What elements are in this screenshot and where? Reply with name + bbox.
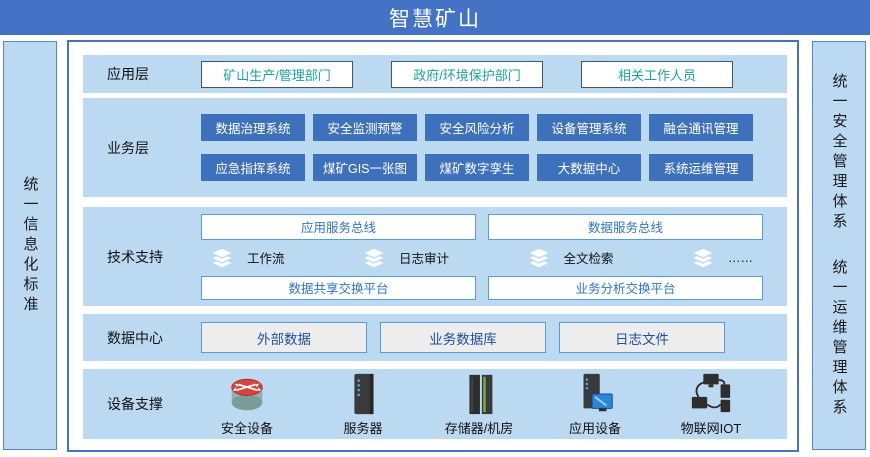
left-column-label: 统一信息化标准 xyxy=(23,176,38,316)
more-services-label: …… xyxy=(728,251,753,265)
log-audit-label: 日志审计 xyxy=(399,248,449,267)
device-label: 应用设备 xyxy=(569,418,621,437)
layers-icon xyxy=(692,248,714,268)
app-box-staff: 相关工作人员 xyxy=(581,61,733,88)
svc-workflow: 工作流 xyxy=(211,248,285,268)
right-column-label-bottom: 统一运维管理体系 xyxy=(832,259,847,419)
biz-data-governance: 数据治理系统 xyxy=(201,114,305,141)
biz-risk-analysis: 安全风险分析 xyxy=(425,114,529,141)
data-center-panel: 数据中心 外部数据 业务数据库 日志文件 xyxy=(83,314,787,361)
external-data-box: 外部数据 xyxy=(201,322,367,353)
business-row-1: 数据治理系统 安全监测预警 安全风险分析 设备管理系统 融合通讯管理 xyxy=(201,114,753,141)
business-database-box: 业务数据库 xyxy=(380,322,546,353)
biz-ops-mgmt: 系统运维管理 xyxy=(649,154,753,181)
middleware-row: 工作流 日志审计 全文检索 …… xyxy=(201,247,763,269)
workflow-label: 工作流 xyxy=(247,248,285,267)
service-bus-row: 应用服务总线 数据服务总线 xyxy=(201,214,763,240)
iot-network-icon xyxy=(687,372,735,416)
log-file-box: 日志文件 xyxy=(559,322,725,353)
business-analysis-platform: 业务分析交换平台 xyxy=(488,276,763,300)
data-sharing-platform: 数据共享交换平台 xyxy=(201,276,476,300)
biz-big-data-center: 大数据中心 xyxy=(537,154,641,181)
storage-rack-icon xyxy=(459,372,499,416)
fulltext-search-label: 全文检索 xyxy=(564,248,614,267)
business-layer-panel: 业务层 数据治理系统 安全监测预警 安全风险分析 设备管理系统 融合通讯管理 应… xyxy=(83,98,787,197)
tech-support-label: 技术支持 xyxy=(83,247,201,267)
biz-safety-monitoring: 安全监测预警 xyxy=(313,114,417,141)
banner: 智慧矿山 xyxy=(0,0,870,35)
app-device-icon xyxy=(573,372,617,416)
exchange-platform-row: 数据共享交换平台 业务分析交换平台 xyxy=(201,276,763,300)
svc-fulltext-search: 全文检索 xyxy=(528,248,614,268)
right-system-column: 统一安全管理体系 统一运维管理体系 xyxy=(812,41,866,450)
device-label: 安全设备 xyxy=(221,418,273,437)
business-row-2: 应急指挥系统 煤矿GIS一张图 煤矿数字孪生 大数据中心 系统运维管理 xyxy=(201,154,753,181)
device-storage: 存储器/机房 xyxy=(433,372,525,437)
svc-more: …… xyxy=(692,248,753,268)
device-items: 安全设备 服务器 xyxy=(201,372,757,437)
page-title: 智慧矿山 xyxy=(389,3,481,33)
layers-icon xyxy=(363,248,385,268)
data-center-label: 数据中心 xyxy=(83,328,201,348)
biz-comm-mgmt: 融合通讯管理 xyxy=(649,114,753,141)
device-label: 存储器/机房 xyxy=(445,418,514,437)
layers-icon xyxy=(211,248,233,268)
tech-support-panel: 技术支持 应用服务总线 数据服务总线 工作流 日志审计 全文检索 xyxy=(83,207,787,306)
application-layer-label: 应用层 xyxy=(83,64,201,84)
device-label: 服务器 xyxy=(343,418,382,437)
device-support-panel: 设备支撑 xyxy=(83,369,787,439)
device-security: 安全设备 xyxy=(201,372,293,437)
svc-log-audit: 日志审计 xyxy=(363,248,449,268)
biz-emergency-command: 应急指挥系统 xyxy=(201,154,305,181)
right-column-label-top: 统一安全管理体系 xyxy=(832,73,847,233)
layers-icon xyxy=(528,248,550,268)
app-service-bus: 应用服务总线 xyxy=(201,214,476,240)
tech-support-content: 应用服务总线 数据服务总线 工作流 日志审计 全文检索 …… xyxy=(201,214,763,300)
device-server: 服务器 xyxy=(317,372,409,437)
firewall-router-icon xyxy=(224,372,270,416)
app-box-mine-production: 矿山生产/管理部门 xyxy=(201,61,353,88)
business-layer-grid: 数据治理系统 安全监测预警 安全风险分析 设备管理系统 融合通讯管理 应急指挥系… xyxy=(201,114,753,181)
architecture-container: 应用层 矿山生产/管理部门 政府/环境保护部门 相关工作人员 业务层 数据治理系… xyxy=(67,40,799,452)
device-iot: 物联网IOT xyxy=(665,372,757,437)
device-support-label: 设备支撑 xyxy=(83,394,201,414)
biz-gis-map: 煤矿GIS一张图 xyxy=(313,154,417,181)
left-standard-column: 统一信息化标准 xyxy=(3,41,57,450)
application-layer-boxes: 矿山生产/管理部门 政府/环境保护部门 相关工作人员 xyxy=(201,61,733,88)
biz-digital-twin: 煤矿数字孪生 xyxy=(425,154,529,181)
data-service-bus: 数据服务总线 xyxy=(488,214,763,240)
data-center-boxes: 外部数据 业务数据库 日志文件 xyxy=(201,322,725,353)
device-application: 应用设备 xyxy=(549,372,641,437)
business-layer-label: 业务层 xyxy=(83,138,201,158)
biz-equipment-mgmt: 设备管理系统 xyxy=(537,114,641,141)
device-label: 物联网IOT xyxy=(681,418,742,437)
server-tower-icon xyxy=(343,372,383,416)
application-layer-panel: 应用层 矿山生产/管理部门 政府/环境保护部门 相关工作人员 xyxy=(83,55,787,93)
app-box-government: 政府/环境保护部门 xyxy=(391,61,543,88)
